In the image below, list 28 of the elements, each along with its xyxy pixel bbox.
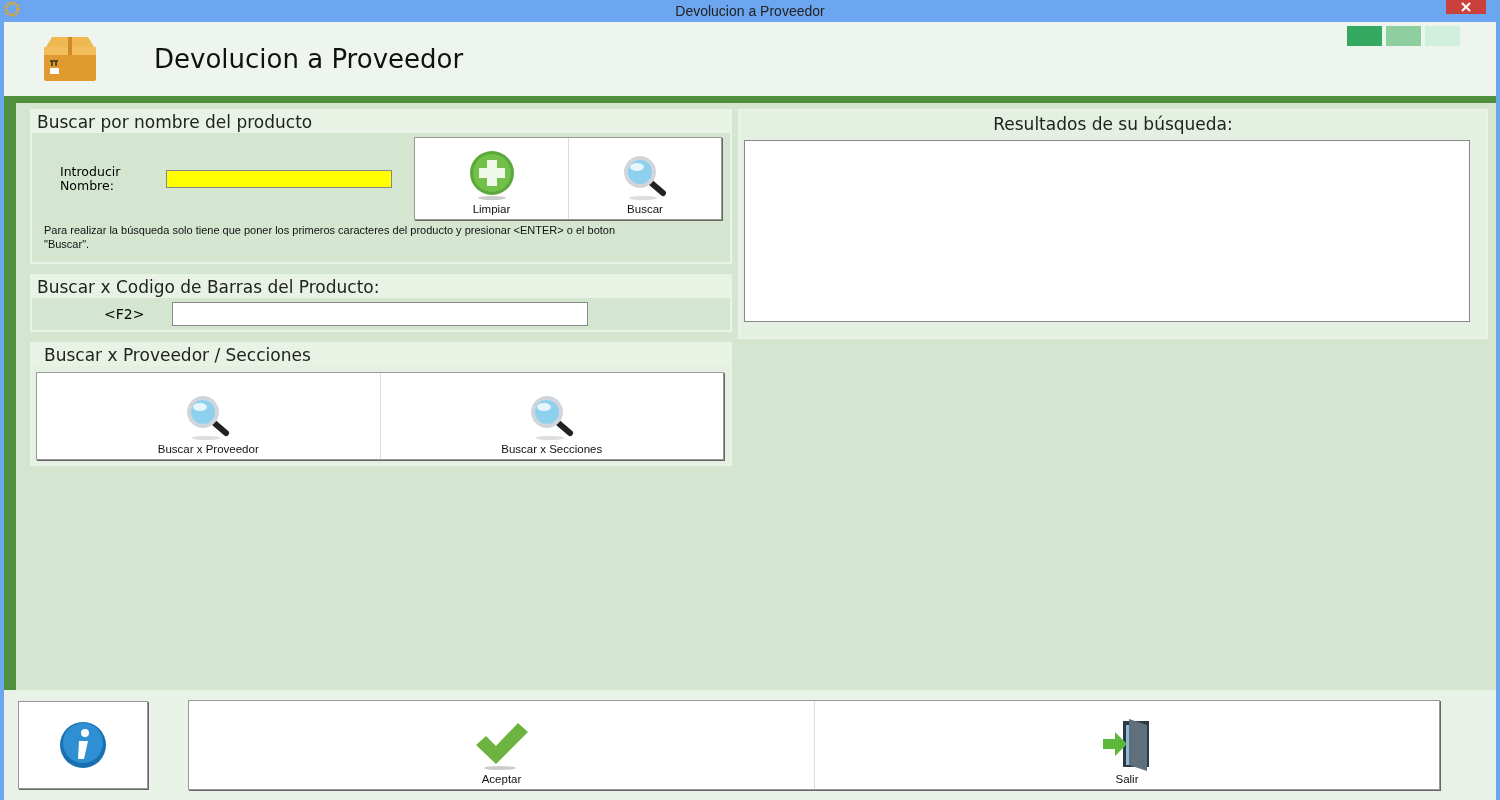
decor-square — [1347, 26, 1382, 46]
plus-icon — [467, 151, 516, 201]
window-title: Devolucion a Proveedor — [675, 3, 825, 19]
button[interactable]: Limpiar — [415, 138, 568, 219]
info-icon — [59, 721, 107, 769]
page-title: Devolucion a Proveedor — [154, 44, 464, 74]
hint-text: Para realizar la búsqueda solo tiene que poner los primeros caracteres del producto y presionar <ENTER> o el boton "Buscar". — [43, 223, 617, 253]
button[interactable]: Buscar x Secciones — [379, 372, 723, 459]
button[interactable]: Aceptar — [189, 701, 814, 789]
panel-title: Buscar por nombre del producto — [32, 111, 730, 133]
panel-title: Buscar x Proveedor / Secciones — [32, 343, 730, 366]
decor-square — [1386, 26, 1421, 46]
button[interactable]: Buscar — [568, 138, 721, 219]
cardboard-box-icon — [42, 37, 98, 81]
shortcut-label: <F2> — [104, 305, 146, 322]
close-button[interactable] — [1446, 0, 1486, 14]
close-icon — [1461, 2, 1471, 12]
button[interactable]: Salir — [814, 701, 1439, 789]
decor-square — [1425, 26, 1460, 46]
button[interactable]: Buscar x Proveedor — [37, 372, 380, 459]
field-label: Introducir Nombre: — [60, 164, 122, 193]
gear-icon — [4, 1, 20, 17]
barcode-input-field[interactable] — [172, 301, 588, 326]
info-button[interactable] — [18, 701, 148, 789]
panel-title: Resultados de su búsqueda: — [992, 113, 1234, 136]
name-input-field[interactable] — [166, 169, 392, 188]
search-icon — [621, 153, 669, 201]
panel-title: Buscar x Codigo de Barras del Producto: — [32, 275, 730, 298]
